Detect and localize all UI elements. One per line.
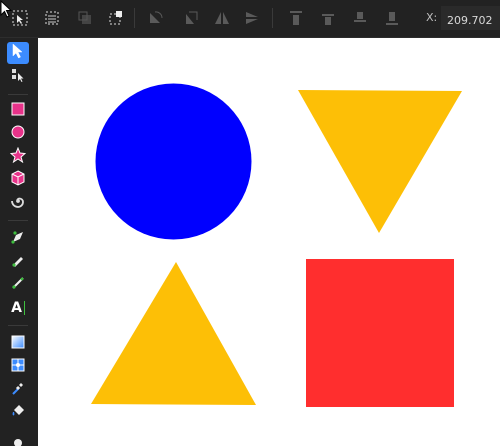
rotate-90-cw-icon[interactable] bbox=[180, 6, 204, 30]
more-tools-indicator[interactable] bbox=[14, 439, 22, 446]
selector-tool[interactable] bbox=[7, 42, 29, 64]
circle-icon bbox=[10, 124, 26, 144]
gradient-icon bbox=[10, 334, 26, 354]
pen-tool[interactable] bbox=[7, 228, 29, 250]
x-coordinate-input[interactable] bbox=[441, 6, 500, 30]
toolbar-separator bbox=[272, 8, 273, 28]
blue-circle[interactable] bbox=[95, 83, 252, 240]
toolbox: A bbox=[0, 38, 38, 446]
paint-bucket-icon bbox=[10, 403, 26, 423]
text-icon: A bbox=[11, 300, 25, 316]
rotate-90-ccw-icon[interactable] bbox=[144, 6, 168, 30]
select-all-icon[interactable] bbox=[8, 6, 32, 30]
select-all-layers-icon[interactable] bbox=[40, 6, 64, 30]
square-icon bbox=[10, 101, 26, 121]
spiral-icon bbox=[10, 193, 26, 213]
lower-to-bottom-icon[interactable] bbox=[380, 6, 404, 30]
paint-bucket-tool[interactable] bbox=[7, 402, 29, 424]
x-coordinate-label: X: bbox=[426, 11, 438, 24]
flip-horizontal-icon[interactable] bbox=[210, 6, 234, 30]
yellow-inverted-triangle[interactable] bbox=[298, 90, 462, 233]
toolbar-separator bbox=[134, 8, 135, 28]
touch-select-icon[interactable] bbox=[104, 6, 128, 30]
lower-icon[interactable] bbox=[348, 6, 372, 30]
canvas-drawing bbox=[91, 83, 462, 407]
cube-icon bbox=[10, 170, 26, 190]
star-icon bbox=[9, 146, 27, 167]
dropper-icon bbox=[10, 380, 26, 400]
mesh-icon bbox=[10, 357, 26, 377]
node-edit-icon bbox=[10, 67, 26, 87]
arrow-pointer-icon bbox=[11, 43, 25, 63]
flip-vertical-icon[interactable] bbox=[240, 6, 264, 30]
star-tool[interactable] bbox=[7, 146, 29, 168]
spiral-tool[interactable] bbox=[7, 192, 29, 214]
gradient-tool[interactable] bbox=[7, 333, 29, 355]
rectangle-tool[interactable] bbox=[7, 100, 29, 122]
calligraphy-icon bbox=[10, 275, 26, 295]
deselect-icon[interactable] bbox=[74, 6, 98, 30]
pencil-tool[interactable] bbox=[7, 251, 29, 273]
node-tool[interactable] bbox=[7, 66, 29, 88]
yellow-triangle[interactable] bbox=[91, 262, 256, 405]
dropper-tool[interactable] bbox=[7, 379, 29, 401]
3d-box-tool[interactable] bbox=[7, 169, 29, 191]
ellipse-tool[interactable] bbox=[7, 123, 29, 145]
drawing-canvas[interactable] bbox=[38, 38, 500, 446]
raise-to-top-icon[interactable] bbox=[284, 6, 308, 30]
red-square[interactable] bbox=[306, 259, 454, 407]
toolbox-separator bbox=[8, 94, 28, 95]
text-tool[interactable]: A bbox=[7, 297, 29, 319]
raise-icon[interactable] bbox=[316, 6, 340, 30]
calligraphy-tool[interactable] bbox=[7, 274, 29, 296]
mesh-tool[interactable] bbox=[7, 356, 29, 378]
toolbox-separator bbox=[8, 325, 28, 326]
pencil-icon bbox=[10, 252, 26, 272]
top-toolbar: X: bbox=[0, 0, 500, 38]
toolbox-separator bbox=[8, 220, 28, 221]
pen-icon bbox=[10, 229, 26, 249]
